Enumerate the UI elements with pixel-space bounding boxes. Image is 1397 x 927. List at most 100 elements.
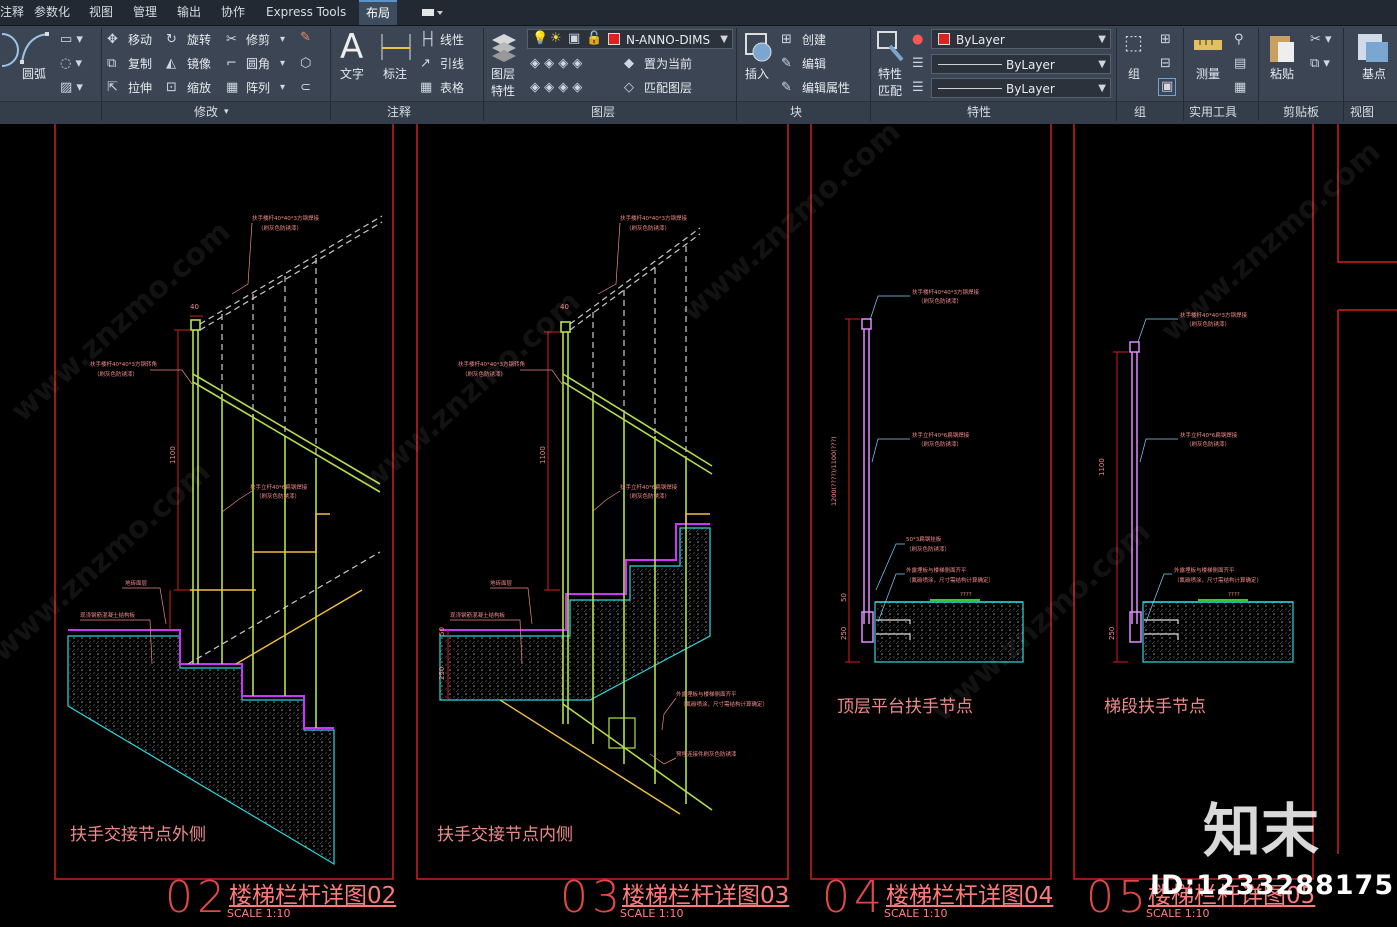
mirror-button[interactable]: 镜像 — [187, 56, 211, 72]
text-icon: A — [340, 27, 364, 67]
group-edit-icon[interactable]: ⊟ — [1160, 56, 1171, 72]
fillet-button[interactable]: 圆角 — [246, 56, 270, 72]
linear-button[interactable]: 线性 — [440, 32, 464, 48]
leader-button[interactable]: 引线 — [440, 56, 464, 72]
dim-50: 50 — [840, 593, 848, 602]
text-button[interactable]: 文字 — [340, 66, 364, 82]
explode-icon[interactable]: ⬡ — [300, 56, 311, 72]
linetype-select[interactable]: ByLayer ▼ — [931, 54, 1111, 74]
layer-properties-label-2[interactable]: 特性 — [491, 83, 515, 99]
note-post: 扶手立杆40*6扁钢焊接 — [1180, 431, 1238, 439]
move-button[interactable]: 移动 — [128, 32, 152, 48]
image-id: ID:1233288175 — [1150, 870, 1395, 901]
group-select-icon[interactable]: ▣ — [1158, 78, 1177, 96]
note-flush: 外露埋板与楼梯侧面齐平 — [676, 690, 737, 698]
clipboard-group-label[interactable]: 剪贴板 — [1283, 104, 1319, 120]
detail-number-05: 05 — [1086, 872, 1150, 923]
detail-title-03: 楼梯栏杆详图03 — [622, 883, 790, 909]
tab-collaborate[interactable]: 协作 — [221, 0, 245, 25]
utilities-group-label[interactable]: 实用工具 — [1189, 104, 1237, 120]
layer-tool-icon[interactable]: ◈ ◈ ◈ ◈ — [530, 56, 582, 72]
caption-04: 顶层平台扶手节点 — [837, 697, 973, 717]
rectangle-icon[interactable]: ▭ ▾ — [60, 32, 83, 48]
copy-button[interactable]: 复制 — [128, 56, 152, 72]
groups-group-label[interactable]: 组 — [1134, 104, 1146, 120]
note-handrail: 扶手楼杆40*40*3方钢焊接 — [620, 214, 687, 222]
leader-icon: ↗ — [420, 56, 431, 71]
tab-parametric[interactable]: 参数化 — [34, 0, 70, 25]
tab-output[interactable]: 输出 — [177, 0, 201, 25]
trim-dropdown-icon[interactable]: ▾ — [280, 32, 285, 48]
measure-button[interactable]: 测量 — [1196, 66, 1220, 82]
layer-properties-label-1[interactable]: 图层 — [491, 66, 515, 82]
modify-group-label[interactable]: 修改 — [194, 104, 218, 120]
view-group-label[interactable]: 视图 — [1350, 104, 1374, 120]
group-button[interactable]: 组 — [1128, 66, 1140, 82]
edit-button[interactable]: 编辑 — [802, 56, 826, 72]
insert-button[interactable]: 插入 — [745, 66, 769, 82]
color-select[interactable]: ByLayer ▼ — [931, 29, 1111, 49]
table-button[interactable]: 表格 — [440, 80, 464, 96]
detail-05: 扶手楼杆40*40*3方钢焊接 （刷灰色防锈漆） 扶手立杆40*6扁钢焊接 （刷… — [1098, 311, 1294, 663]
drawing-canvas[interactable]: 扶手楼杆40*40*3方钢焊接 （刷灰色防锈漆） 扶手楼杆40*40*3方钢转角… — [0, 114, 1397, 927]
block-group-label[interactable]: 块 — [790, 104, 802, 120]
ellipse-icon[interactable]: ◌ ▾ — [60, 56, 82, 72]
array-button[interactable]: 阵列 — [246, 80, 270, 96]
rotate-button[interactable]: 旋转 — [187, 32, 211, 48]
chevron-down-icon: ▼ — [1098, 83, 1106, 94]
paste-button[interactable]: 粘贴 — [1270, 66, 1294, 82]
trim-button[interactable]: 修剪 — [246, 32, 270, 48]
match-properties-label-1[interactable]: 特性 — [878, 66, 902, 82]
caption-03: 扶手交接节点内侧 — [437, 825, 573, 845]
offset-icon[interactable]: ⊂ — [300, 80, 311, 96]
color-value: ByLayer — [956, 33, 1005, 47]
stretch-button[interactable]: 拉伸 — [128, 80, 152, 96]
erase-icon[interactable]: ✎ — [300, 30, 311, 46]
brand-logo: 知末 — [1203, 797, 1320, 865]
layers-group-label[interactable]: 图层 — [591, 104, 615, 120]
layer-select[interactable]: 💡 ☀ ▣ 🔓 N-ANNO-DIMS ▼ — [527, 29, 733, 49]
set-current-icon: ◆ — [624, 56, 634, 71]
copy-clip-icon[interactable]: ⧉ ▾ — [1310, 56, 1330, 72]
detail-04: 扶手楼杆40*40*3方钢焊接 （刷灰色防锈漆） 扶手立杆40*6扁钢焊接 （刷… — [830, 288, 1024, 663]
calculator-icon[interactable]: ▦ — [1234, 80, 1246, 96]
note-paint: （刷灰色防锈漆） — [258, 224, 302, 232]
edit-attributes-button[interactable]: 编辑属性 — [802, 80, 850, 96]
array-dropdown-icon[interactable]: ▾ — [280, 80, 285, 96]
create-button[interactable]: 创建 — [802, 32, 826, 48]
quick-select-icon[interactable]: ⚲ — [1234, 32, 1244, 48]
linetype-preview — [938, 64, 1002, 65]
detail-title-04: 楼梯栏杆详图04 — [886, 883, 1054, 909]
note-flush2: （氟碳喷涂，尺寸需结构计算确定） — [1174, 576, 1262, 584]
scale-button[interactable]: 缩放 — [187, 80, 211, 96]
caption-05: 梯段扶手节点 — [1104, 697, 1206, 717]
detail-title-02: 楼梯栏杆详图02 — [229, 883, 397, 909]
circle-icon[interactable] — [0, 30, 20, 70]
copy-icon: ⧉ — [107, 56, 117, 71]
detail-scale-04: SCALE 1:10 — [884, 907, 948, 920]
fillet-dropdown-icon[interactable]: ▾ — [280, 56, 285, 72]
match-layer-button[interactable]: 匹配图层 — [644, 80, 692, 96]
hatch-icon[interactable]: ▨ ▾ — [60, 80, 83, 96]
group-icon: ⬚ — [1124, 30, 1143, 54]
match-properties-label-2[interactable]: 匹配 — [878, 83, 902, 99]
modify-group-dropdown-icon[interactable]: ▾ — [224, 104, 229, 120]
set-current-button[interactable]: 置为当前 — [644, 56, 692, 72]
tab-express-tools[interactable]: Express Tools — [266, 0, 346, 25]
cut-icon[interactable]: ✂ ▾ — [1310, 32, 1332, 48]
tab-annotate[interactable]: 注释 — [0, 0, 24, 25]
arc-button[interactable]: 圆弧 — [22, 66, 46, 82]
lineweight-select[interactable]: ByLayer ▼ — [931, 78, 1111, 98]
tab-overflow-icon[interactable] — [418, 0, 444, 25]
layer-tool-icon[interactable]: ◈ ◈ ◈ ◈ — [530, 80, 582, 96]
tab-view[interactable]: 视图 — [89, 0, 113, 25]
annotation-group-label[interactable]: 注释 — [387, 104, 411, 120]
properties-group-label[interactable]: 特性 — [967, 104, 991, 120]
tab-manage[interactable]: 管理 — [133, 0, 157, 25]
count-icon[interactable]: ▤ — [1234, 56, 1246, 72]
tab-layout[interactable]: 布局 — [359, 0, 398, 25]
lock-icon: 🔓 — [586, 31, 603, 46]
ungroup-icon[interactable]: ⊞ — [1160, 32, 1171, 48]
base-button[interactable]: 基点 — [1362, 66, 1386, 82]
dimension-button[interactable]: 标注 — [383, 66, 407, 82]
